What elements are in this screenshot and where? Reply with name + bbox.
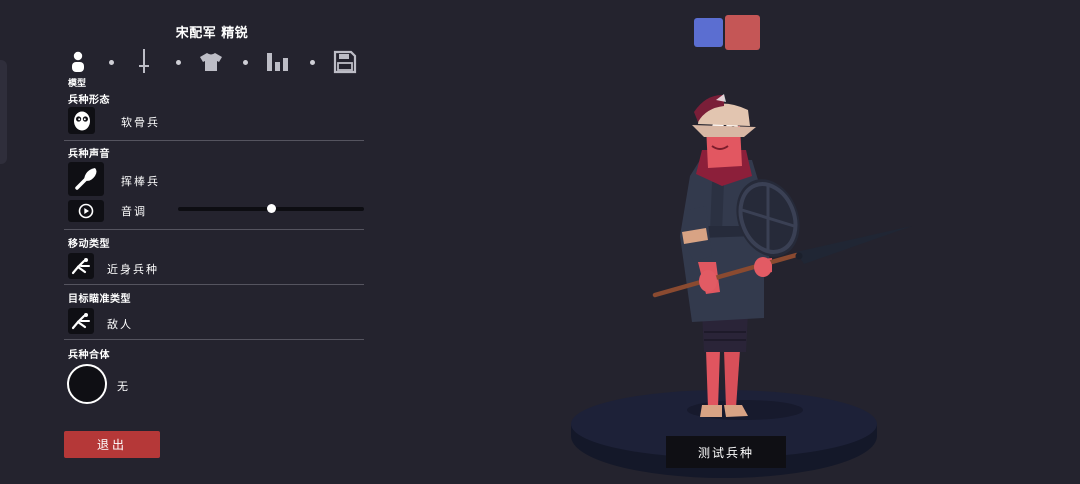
play-icon [78, 203, 94, 219]
pitch-play-button[interactable] [68, 200, 104, 222]
section-divider [64, 284, 364, 285]
team-blue-swatch[interactable] [694, 18, 723, 47]
tab-stats[interactable] [264, 48, 292, 76]
exit-button[interactable]: 退出 [64, 431, 160, 458]
targeting-title: 目标瞄准类型 [68, 294, 131, 305]
spearman-unit [652, 94, 912, 417]
tab-clothing[interactable] [197, 48, 225, 76]
movement-button[interactable] [68, 253, 94, 279]
voice-title: 兵种声音 [68, 149, 110, 160]
tab-model[interactable] [64, 48, 92, 76]
targeting-button[interactable] [68, 308, 94, 334]
tab-separator-dot [310, 60, 315, 65]
shirt-icon [200, 53, 222, 71]
tab-save[interactable] [331, 48, 359, 76]
fusion-slot-button[interactable] [67, 364, 107, 404]
body-type-value: 软骨兵 [121, 116, 160, 129]
voice-button[interactable] [68, 162, 104, 196]
tab-weapons[interactable] [130, 48, 158, 76]
pitch-slider-handle[interactable] [267, 204, 276, 213]
editor-tabs: 模型 [64, 46, 364, 90]
pitch-slider[interactable] [178, 204, 364, 213]
movement-title: 移动类型 [68, 239, 110, 250]
person-icon [72, 51, 84, 72]
side-panel-handle[interactable] [0, 60, 7, 164]
body-type-button[interactable] [68, 107, 95, 134]
tab-separator-dot [243, 60, 248, 65]
stats-icon [267, 53, 288, 71]
movement-value: 近身兵种 [107, 263, 159, 276]
fusion-title: 兵种合体 [68, 350, 110, 361]
target-enemy-icon [71, 313, 90, 330]
club-icon [75, 168, 97, 190]
sword-icon [139, 49, 149, 73]
tab-separator-dot [109, 60, 114, 65]
section-divider [64, 140, 364, 141]
section-divider [64, 229, 364, 230]
body-type-title: 兵种形态 [68, 95, 110, 106]
test-unit-button[interactable]: 测试兵种 [666, 436, 786, 468]
unit-name: 宋配军 精锐 [175, 26, 249, 41]
melee-move-icon [71, 258, 90, 275]
ragdoll-face-icon [73, 111, 90, 130]
tab-separator-dot [176, 60, 181, 65]
section-divider [64, 339, 364, 340]
team-red-swatch[interactable] [725, 15, 760, 50]
pitch-label: 音调 [121, 205, 147, 218]
fusion-value: 无 [117, 380, 130, 393]
tab-model-label: 模型 [68, 79, 87, 89]
save-icon [333, 50, 357, 74]
voice-value: 挥棒兵 [121, 175, 160, 188]
targeting-value: 敌人 [107, 318, 133, 331]
